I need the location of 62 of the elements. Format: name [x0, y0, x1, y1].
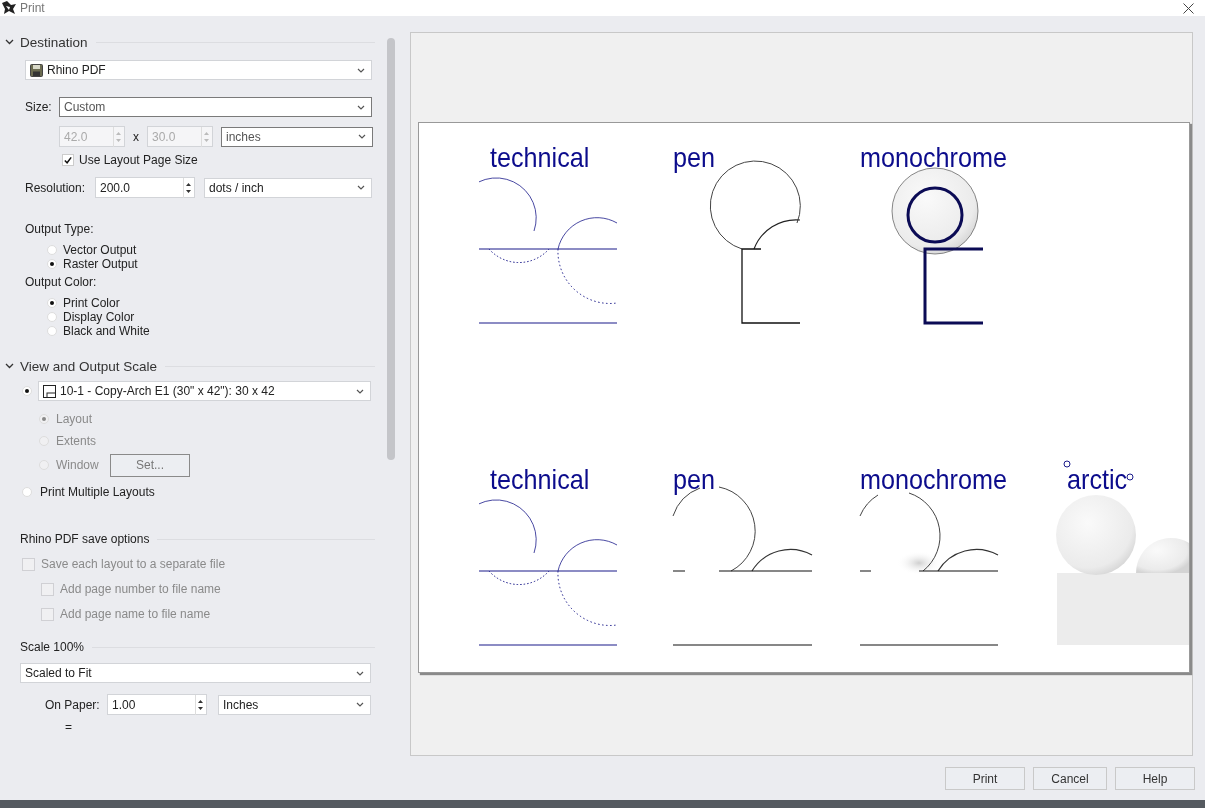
radio-label[interactable]: Vector Output [63, 243, 137, 257]
checkbox[interactable] [62, 154, 74, 166]
output-type-label: Output Type: [25, 222, 94, 236]
caret-icon [358, 134, 366, 139]
preview-label: arctic [1067, 463, 1128, 496]
resolution-field[interactable]: 200.0 [95, 177, 195, 198]
caret-icon [356, 388, 364, 394]
preview-label: technical [490, 463, 590, 496]
radio-label[interactable]: Display Color [63, 310, 135, 324]
caret-icon [356, 670, 364, 676]
spinner-icon [183, 177, 194, 198]
preview-label: monochrome [860, 463, 1007, 496]
radio-button[interactable] [47, 259, 57, 269]
on-paper-label: On Paper: [45, 697, 101, 712]
caret-icon [357, 104, 365, 110]
size-dropdown[interactable]: Custom [59, 97, 372, 117]
scale-dropdown[interactable]: Scaled to Fit [20, 663, 371, 683]
caret-icon [356, 702, 364, 707]
window-title: Print [20, 1, 45, 15]
radio-label[interactable]: Print Color [63, 296, 120, 310]
close-icon[interactable] [1183, 2, 1194, 14]
paper-units-dropdown[interactable]: Inches [218, 694, 371, 715]
radio-label[interactable]: Print Multiple Layouts [40, 485, 155, 499]
spinner-icon [195, 694, 206, 715]
spinner-icon [201, 126, 212, 147]
resolution-units-dropdown[interactable]: dots / inch [204, 177, 372, 198]
radio-button[interactable] [22, 487, 32, 497]
dialog-button[interactable]: Print [945, 767, 1025, 790]
section-heading: Scale 100% [20, 640, 85, 654]
preview-label: pen [673, 141, 716, 174]
scrollbar-thumb[interactable] [387, 38, 395, 460]
on-paper-field[interactable]: 1.00 [107, 694, 207, 715]
dialog-button[interactable]: Help [1115, 767, 1195, 790]
output-color-label: Output Color: [25, 275, 97, 289]
section-heading: View and Output Scale [20, 358, 158, 374]
preview-label: pen [673, 463, 716, 496]
dialog-button[interactable]: Cancel [1033, 767, 1107, 790]
radio-button[interactable] [47, 312, 57, 322]
checkbox-label[interactable]: Use Layout Page Size [79, 153, 198, 167]
radio-button[interactable] [47, 326, 57, 336]
preview-label: monochrome [860, 141, 1007, 174]
equals-label: = [65, 720, 72, 734]
section-heading: Destination [20, 34, 88, 50]
printer-dropdown[interactable]: Rhino PDF [25, 60, 372, 80]
times-label: x [132, 129, 140, 144]
spinner-icon [113, 126, 124, 147]
radio-button[interactable] [47, 245, 57, 255]
radio-button[interactable] [22, 386, 32, 396]
caret-icon [357, 67, 365, 73]
radio-button[interactable] [47, 298, 57, 308]
page-icon [43, 384, 56, 398]
resolution-label: Resolution: [25, 180, 87, 195]
size-label: Size: [25, 100, 53, 114]
units-dropdown[interactable]: inches [221, 126, 373, 147]
layout-dropdown[interactable]: 10-1 - Copy-Arch E1 (30" x 42"): 30 x 42 [38, 381, 371, 401]
preview-label: technical [490, 141, 590, 174]
chevron-icon[interactable] [5, 363, 14, 369]
radio-label[interactable]: Black and White [63, 324, 150, 338]
radio-label[interactable]: Raster Output [63, 257, 138, 271]
section-heading: Rhino PDF save options [20, 532, 150, 546]
caret-icon [357, 185, 365, 190]
chevron-icon[interactable] [5, 39, 14, 45]
